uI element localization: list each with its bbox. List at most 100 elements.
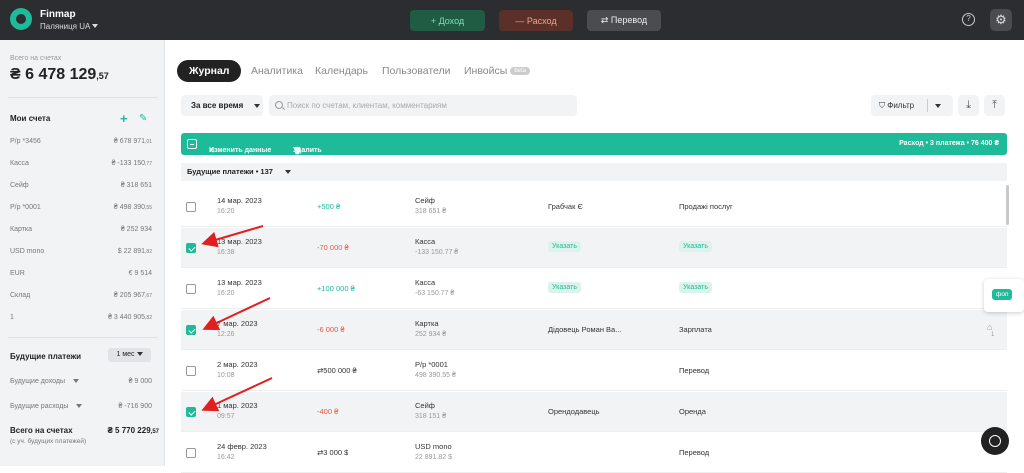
row-checkbox[interactable]	[186, 448, 196, 458]
table-row[interactable]: 1 мар. 2023 09:57 -400 ₴ Сейф 318 151 ₴ …	[181, 392, 1007, 432]
tab-calendar[interactable]: Календарь	[315, 65, 368, 77]
settings-gear-icon[interactable]: ⚙	[990, 9, 1012, 31]
account-balance-cents: ,82	[145, 249, 152, 255]
future-expense-label: Будущие расходы	[10, 403, 69, 410]
tag-icon[interactable]: ⌂	[987, 322, 992, 332]
table-scrollbar[interactable]	[1006, 185, 1009, 225]
row-category: Перевод	[679, 366, 710, 375]
filter-label: Фильтр	[887, 101, 915, 110]
period-select[interactable]: За все время	[181, 95, 263, 116]
search-icon	[275, 101, 283, 109]
select-all-checkbox[interactable]	[187, 139, 197, 149]
account-item[interactable]: Картка ₴ 252 934	[10, 226, 152, 233]
row-date: 1 мар. 2023	[217, 401, 258, 410]
account-item[interactable]: Сейф ₴ 318 651	[10, 182, 152, 189]
table-row[interactable]: 13 мар. 2023 16:38 -70 000 ₴ Касса -133 …	[181, 228, 1007, 268]
account-balance-main: ₴ 318 651	[120, 182, 152, 189]
row-category: Перевод	[679, 448, 710, 457]
tab-analytics[interactable]: Аналитика	[251, 65, 303, 77]
account-balance: ₴ 498 390,55	[114, 204, 152, 211]
tag-count: 1	[991, 332, 995, 338]
specify-category-button[interactable]: Указать	[679, 241, 712, 252]
specify-category-button[interactable]: Указать	[679, 282, 712, 293]
tab-journal[interactable]: Журнал	[177, 60, 242, 82]
account-item[interactable]: Склад ₴ 205 967,67	[10, 292, 152, 299]
table-row[interactable]: 24 февр. 2023 16:42 ⇄3 000 $ USD mono 22…	[181, 433, 1007, 473]
add-account-plus-icon[interactable]: +	[120, 111, 128, 126]
chevron-down-icon	[253, 103, 260, 108]
add-transfer-button[interactable]: ⇄ Перевод	[587, 10, 661, 31]
row-date: 7 мар. 2023	[217, 319, 258, 328]
bulk-actions-bar: ✎ Изменить данные 🗑 Удалить Расход • 3 п…	[181, 133, 1007, 155]
table-row[interactable]: 7 мар. 2023 12:26 -6 000 ₴ Картка 252 93…	[181, 310, 1007, 350]
account-item[interactable]: USD mono $ 22 891,82	[10, 248, 152, 255]
future-expense-value: ₴ -716 900	[118, 403, 152, 410]
search-input[interactable]	[287, 95, 572, 116]
add-income-button[interactable]: + Доход	[410, 10, 485, 31]
future-total-note: (с уч. будущих платежей)	[10, 438, 87, 445]
row-account-balance: -133 150.77 ₴	[415, 249, 459, 256]
account-balance: ₴ 318 651	[121, 182, 152, 189]
row-checkbox[interactable]	[186, 202, 196, 212]
future-income-row[interactable]: Будущие доходы ₴ 9 000	[10, 378, 152, 385]
row-amount: -6 000 ₴	[317, 325, 345, 334]
row-amount: -400 ₴	[317, 407, 339, 416]
account-item[interactable]: EUR € 9 514	[10, 270, 152, 277]
edit-data-label: Изменить данные	[209, 147, 272, 154]
row-account: Картка	[415, 319, 439, 328]
chevron-down-icon	[285, 170, 292, 175]
upload-icon[interactable]: ⤒	[984, 95, 1005, 116]
future-expense-row[interactable]: Будущие расходы ₴ -716 900	[10, 403, 152, 410]
finmap-logo-icon[interactable]	[10, 8, 32, 30]
future-period-select[interactable]: 1 мес	[108, 348, 151, 362]
chat-bubble-icon[interactable]	[981, 427, 1009, 455]
account-name: Р/р *3456	[10, 138, 41, 145]
search-box[interactable]	[269, 95, 577, 116]
specify-counterparty-button[interactable]: Указать	[548, 241, 581, 252]
chevron-down-icon	[72, 379, 79, 384]
account-item[interactable]: Р/р *0001 ₴ 498 390,55	[10, 204, 152, 211]
row-checkbox[interactable]	[186, 284, 196, 294]
tab-invoices[interactable]: Инвойсы beta	[464, 65, 530, 77]
account-balance-cents: ,55	[145, 205, 152, 211]
help-icon[interactable]: ?	[962, 13, 975, 26]
table-row[interactable]: 14 мар. 2023 16:20 +500 ₴ Сейф 318 651 ₴…	[181, 187, 1007, 227]
account-balance: ₴ 205 967,67	[114, 292, 152, 299]
add-expense-button[interactable]: — Расход	[499, 10, 573, 31]
row-checkbox[interactable]	[186, 407, 196, 417]
row-time: 16:20	[217, 208, 235, 215]
row-account-balance: 318 651 ₴	[415, 208, 447, 215]
total-balance-cents: ,57	[96, 71, 109, 81]
row-account-balance: 498 390.55 ₴	[415, 372, 456, 379]
row-account-balance: 318 151 ₴	[415, 413, 447, 420]
row-time: 16:42	[217, 454, 235, 461]
future-payments-title: Будущие платежи	[10, 352, 82, 361]
group-label: Будущие платежи • 137	[187, 167, 273, 176]
row-checkbox[interactable]	[186, 325, 196, 335]
specify-counterparty-button[interactable]: Указать	[548, 282, 581, 293]
row-checkbox[interactable]	[186, 366, 196, 376]
table-row[interactable]: 13 мар. 2023 16:20 +100 000 ₴ Касса -63 …	[181, 269, 1007, 309]
filter-button[interactable]: ⛉ Фильтр	[871, 95, 953, 116]
table-row[interactable]: 2 мар. 2023 10:08 ⇄500 000 ₴ Р/р *0001 4…	[181, 351, 1007, 391]
account-item[interactable]: Касса ₴ -133 150,77	[10, 160, 152, 167]
tab-users[interactable]: Пользователи	[382, 65, 451, 77]
edit-accounts-pencil-icon[interactable]: ✎	[139, 113, 147, 124]
row-account: Сейф	[415, 196, 435, 205]
row-checkbox[interactable]	[186, 243, 196, 253]
account-item[interactable]: 1 ₴ 3 440 905,82	[10, 314, 152, 321]
divider	[927, 99, 928, 112]
future-payments-group[interactable]: Будущие платежи • 137	[181, 163, 1007, 181]
tag-chip-fop[interactable]: фоп	[992, 289, 1013, 300]
account-balance-main: ₴ 498 390	[113, 204, 146, 211]
account-balance: ₴ 3 440 905,82	[108, 314, 152, 321]
chevron-down-icon[interactable]	[92, 24, 98, 28]
chevron-down-icon[interactable]	[935, 104, 941, 108]
row-category: Оренда	[679, 407, 706, 416]
account-item[interactable]: Р/р *3456 ₴ 678 971,01	[10, 138, 152, 145]
divider	[8, 337, 158, 338]
beta-badge: beta	[510, 67, 530, 76]
organization-selector[interactable]: Паляниця UA	[40, 22, 90, 31]
download-icon[interactable]: ⤓	[958, 95, 979, 116]
top-bar: Finmap Паляниця UA + Доход — Расход ⇄ Пе…	[0, 0, 1024, 40]
